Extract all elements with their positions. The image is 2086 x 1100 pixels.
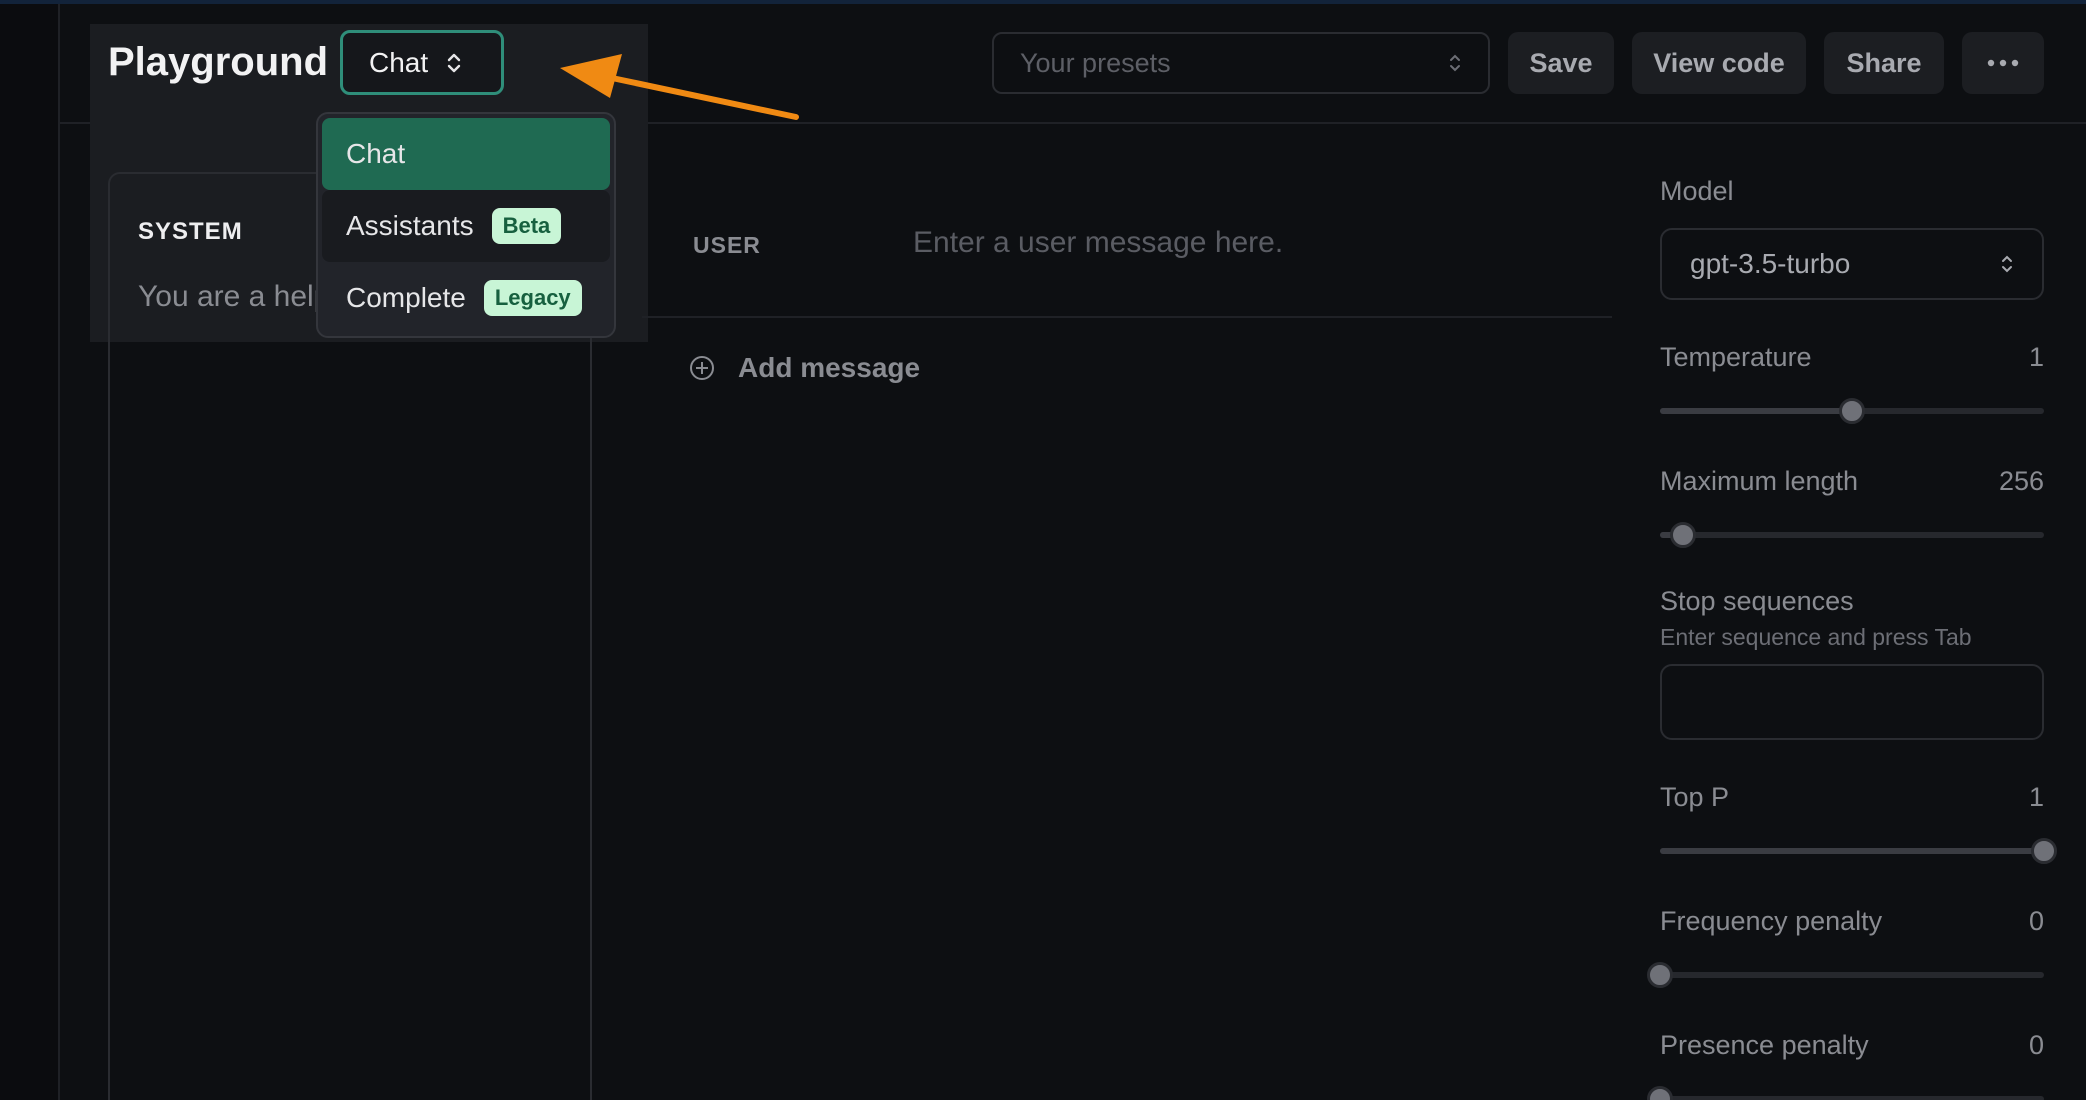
- frequency-penalty-label: Frequency penalty: [1660, 906, 1883, 936]
- mode-menu-item-chat[interactable]: Chat: [322, 118, 610, 190]
- plus-circle-icon: [690, 356, 714, 380]
- max-length-slider[interactable]: [1660, 522, 2044, 548]
- mode-menu-item-assistants[interactable]: Assistants Beta: [322, 190, 610, 262]
- top-p-slider[interactable]: [1660, 838, 2057, 864]
- user-message-input[interactable]: Enter a user message here.: [913, 226, 1283, 260]
- slider-thumb[interactable]: [1670, 522, 1697, 548]
- temperature-value[interactable]: 1: [2029, 342, 2044, 373]
- mode-menu-item-label: Assistants: [346, 210, 474, 241]
- slider-thumb[interactable]: [2031, 838, 2057, 864]
- system-label: SYSTEM: [138, 218, 243, 245]
- presence-penalty-slider[interactable]: [1647, 1086, 2044, 1100]
- slider-thumb[interactable]: [1647, 962, 1673, 988]
- chevron-up-down-icon: [447, 53, 461, 72]
- mode-menu-item-label: Chat: [346, 138, 406, 169]
- message-divider: [642, 316, 1612, 318]
- more-options-button[interactable]: [1962, 32, 2044, 94]
- model-select[interactable]: gpt-3.5-turbo: [1660, 228, 2044, 300]
- max-length-value[interactable]: 256: [1999, 466, 2044, 497]
- legacy-badge: Legacy: [483, 280, 582, 316]
- presence-penalty-label: Presence penalty: [1660, 1030, 1869, 1060]
- mode-select-button[interactable]: Chat: [340, 30, 504, 95]
- frequency-penalty-slider[interactable]: [1647, 962, 2044, 988]
- user-role-label[interactable]: USER: [693, 232, 761, 259]
- stop-sequences-label: Stop sequences: [1660, 586, 1854, 616]
- mode-dropdown-menu: Chat Assistants Beta Complete Legacy: [316, 112, 616, 338]
- mode-select-label: Chat: [369, 46, 429, 78]
- mode-menu-item-label: Complete: [346, 282, 466, 313]
- presence-penalty-value[interactable]: 0: [2029, 1030, 2044, 1061]
- slider-thumb[interactable]: [1839, 398, 1865, 424]
- more-dots-icon: [1987, 59, 2019, 67]
- mode-menu-item-complete[interactable]: Complete Legacy: [322, 262, 610, 334]
- beta-badge: Beta: [491, 208, 562, 244]
- page-title: Playground: [108, 40, 329, 84]
- presets-select[interactable]: Your presets: [992, 32, 1490, 94]
- chevron-up-down-icon: [1450, 54, 1460, 72]
- presets-placeholder: Your presets: [1020, 47, 1171, 78]
- system-input[interactable]: You are a helpful assistant.: [138, 280, 338, 314]
- share-button[interactable]: Share: [1824, 32, 1944, 94]
- temperature-label: Temperature: [1660, 342, 1812, 372]
- view-code-button[interactable]: View code: [1632, 32, 1806, 94]
- chevron-up-down-icon: [2002, 255, 2012, 273]
- temperature-slider[interactable]: [1660, 398, 2044, 424]
- model-value: gpt-3.5-turbo: [1690, 248, 1851, 279]
- slider-fill: [1660, 848, 2044, 854]
- top-p-value[interactable]: 1: [2029, 782, 2044, 813]
- frequency-penalty-value[interactable]: 0: [2029, 906, 2044, 937]
- slider-thumb[interactable]: [1647, 1086, 1673, 1100]
- left-rail: [0, 4, 60, 1100]
- save-button[interactable]: Save: [1508, 32, 1614, 94]
- add-message-button[interactable]: Add message: [690, 352, 920, 384]
- stop-sequences-input[interactable]: [1660, 664, 2044, 740]
- max-length-label: Maximum length: [1660, 466, 1859, 496]
- model-label: Model: [1660, 176, 1734, 206]
- slider-fill: [1660, 408, 1852, 414]
- stop-sequences-hint: Enter sequence and press Tab: [1660, 624, 1972, 650]
- add-message-label: Add message: [738, 352, 921, 383]
- top-p-label: Top P: [1660, 782, 1730, 812]
